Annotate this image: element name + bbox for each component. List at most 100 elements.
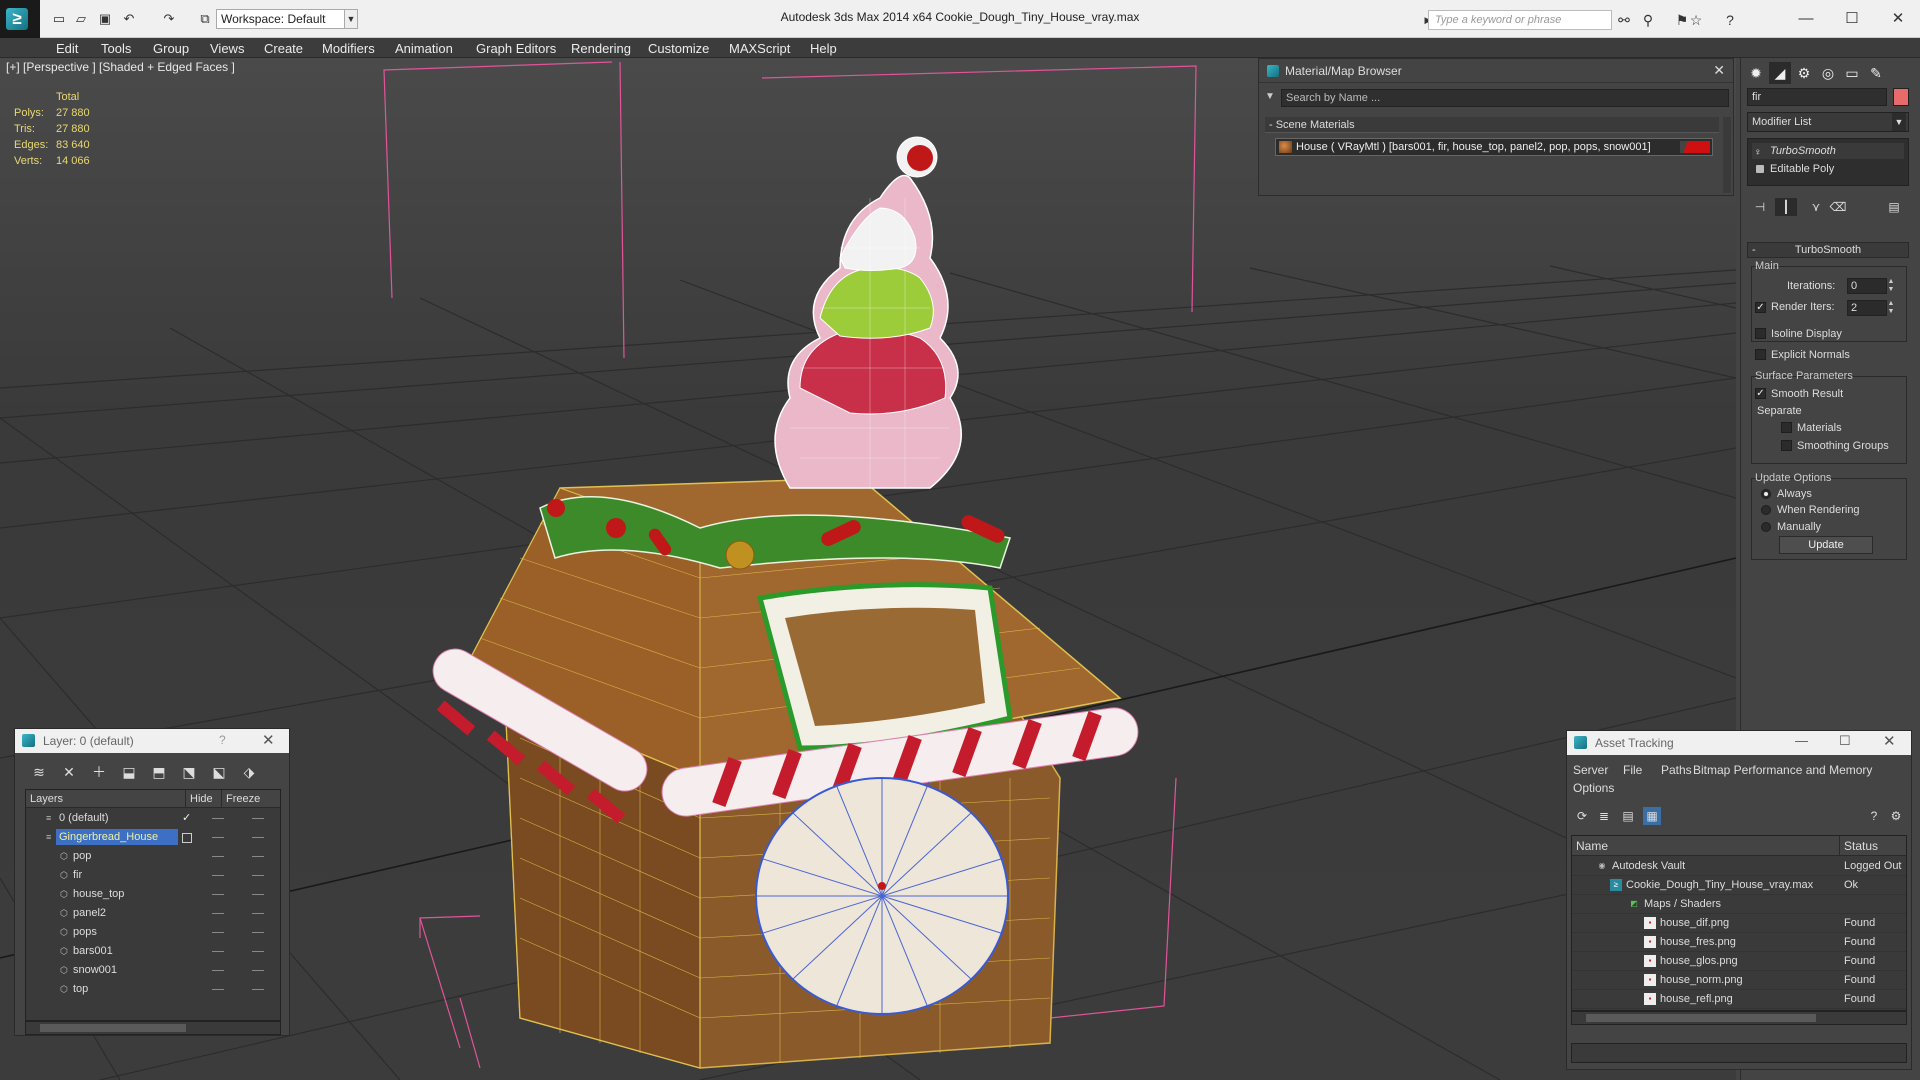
close-icon[interactable]: ✕	[1713, 62, 1725, 79]
settings-icon[interactable]: ⚙	[1887, 807, 1905, 825]
horizontal-scrollbar[interactable]	[25, 1021, 281, 1035]
menu-views[interactable]: Views	[210, 41, 244, 56]
menu-rendering[interactable]: Rendering	[571, 41, 631, 56]
menu-modifiers[interactable]: Modifiers	[322, 41, 375, 56]
material-browser-header[interactable]: Material/Map Browser ✕	[1259, 59, 1733, 83]
asset-row[interactable]: ▪ house_glos.png Found	[1572, 952, 1906, 971]
col-status[interactable]: Status	[1840, 836, 1906, 856]
configure-sets-icon[interactable]: ▤	[1883, 198, 1905, 216]
col-hide[interactable]: Hide	[186, 790, 222, 808]
asset-row[interactable]: ≥ Cookie_Dough_Tiny_House_vray.max Ok	[1572, 876, 1906, 895]
minimize-button[interactable]: —	[1786, 6, 1826, 32]
layer-dialog-header[interactable]: Layer: 0 (default) ? ✕	[15, 729, 289, 753]
iterations-spinner[interactable]: 0	[1847, 278, 1887, 294]
menu-edit[interactable]: Edit	[56, 41, 78, 56]
freeze-all-layers-icon[interactable]: ⬗	[239, 763, 259, 781]
binoculars-icon[interactable]: ⚯	[1614, 10, 1634, 30]
col-freeze[interactable]: Freeze	[222, 790, 280, 808]
pin-stack-icon[interactable]: ⊣	[1749, 198, 1771, 216]
set-current-layer-icon[interactable]	[182, 833, 192, 843]
menu-customize[interactable]: Customize	[648, 41, 709, 56]
workspace-dropdown-arrow[interactable]: ▼	[344, 9, 358, 29]
render-iters-checkbox[interactable]: ✓	[1755, 302, 1766, 313]
freeze-toggle[interactable]	[252, 818, 264, 819]
stack-item-editable-poly[interactable]: Editable Poly	[1752, 161, 1904, 177]
hide-toggle[interactable]	[212, 951, 224, 952]
spinner-arrows-icon[interactable]: ▲ ▼	[1887, 278, 1895, 294]
open-file-icon[interactable]: ▱	[72, 10, 90, 28]
display-tab-icon[interactable]: ▭	[1841, 62, 1863, 84]
layers-icon[interactable]: ≋	[29, 763, 49, 781]
detail-view-icon[interactable]: ▤	[1619, 807, 1637, 825]
scene-materials-group[interactable]: - Scene Materials	[1265, 117, 1719, 133]
layer-row[interactable]: ≡ Gingerbread_House	[26, 828, 280, 847]
search-options-icon[interactable]: ▼	[1265, 91, 1275, 102]
object-name-input[interactable]: fir	[1747, 88, 1887, 106]
materials-checkbox[interactable]	[1781, 422, 1792, 433]
help-icon[interactable]: ?	[1720, 10, 1740, 30]
layer-row[interactable]: ⬡ pops	[26, 923, 280, 942]
vertical-scrollbar[interactable]	[1723, 117, 1731, 193]
layer-row[interactable]: ⬡ pop	[26, 847, 280, 866]
material-row[interactable]: House ( VRayMtl ) [bars001, fir, house_t…	[1275, 138, 1713, 156]
menu-animation[interactable]: Animation	[395, 41, 453, 56]
always-radio[interactable]	[1761, 489, 1771, 499]
layer-row[interactable]: ⬡ panel2	[26, 904, 280, 923]
scrollbar-thumb[interactable]	[40, 1024, 186, 1032]
menu-paths[interactable]: Paths	[1661, 763, 1692, 777]
help-icon[interactable]: ?	[1865, 807, 1883, 825]
material-search-input[interactable]: Search by Name ...	[1281, 89, 1729, 107]
asset-row[interactable]: ▪ house_refl.png Found	[1572, 990, 1906, 1009]
close-icon[interactable]: ✕	[262, 731, 275, 749]
when-rendering-radio[interactable]	[1761, 505, 1771, 515]
app-menu-button[interactable]: ≥	[0, 0, 40, 38]
isoline-display-checkbox[interactable]	[1755, 328, 1766, 339]
hide-toggle[interactable]	[212, 913, 224, 914]
scrollbar-thumb[interactable]	[1586, 1014, 1816, 1022]
maximize-button[interactable]: ☐	[1832, 6, 1872, 32]
spinner-arrows-icon[interactable]: ▲ ▼	[1887, 300, 1895, 316]
modify-tab-icon[interactable]: ◢	[1769, 62, 1791, 84]
manually-radio[interactable]	[1761, 522, 1771, 532]
smooth-result-checkbox[interactable]: ✓	[1755, 388, 1766, 399]
update-button[interactable]: Update	[1779, 536, 1873, 554]
menu-graph-editors[interactable]: Graph Editors	[476, 41, 556, 56]
object-color-swatch[interactable]	[1893, 88, 1909, 106]
freeze-toggle[interactable]	[252, 932, 264, 933]
favorites-star-icon[interactable]: ☆	[1686, 10, 1706, 30]
create-layer-icon[interactable]: ＋	[89, 763, 109, 781]
layer-row[interactable]: ⬡ bars001	[26, 942, 280, 961]
menu-group[interactable]: Group	[153, 41, 189, 56]
freeze-toggle[interactable]	[252, 989, 264, 990]
turbosmooth-rollout-header[interactable]: - TurboSmooth	[1747, 242, 1909, 258]
render-iters-spinner[interactable]: 2	[1847, 300, 1887, 316]
add-selection-icon[interactable]: ⬓	[119, 763, 139, 781]
layer-row[interactable]: ≡ 0 (default) ✓	[26, 809, 280, 828]
hide-toggle[interactable]	[212, 875, 224, 876]
asset-row[interactable]: ▪ house_fres.png Found	[1572, 933, 1906, 952]
close-button[interactable]: ✕	[1878, 6, 1918, 32]
menu-help[interactable]: Help	[810, 41, 837, 56]
help-icon[interactable]: ?	[219, 733, 226, 747]
motion-tab-icon[interactable]: ◎	[1817, 62, 1839, 84]
hierarchy-tab-icon[interactable]: ⚙	[1793, 62, 1815, 84]
hide-toggle[interactable]	[212, 856, 224, 857]
table-view-icon[interactable]: ▦	[1643, 807, 1661, 825]
utilities-tab-icon[interactable]: ✎	[1865, 62, 1887, 84]
stack-item-turbosmooth[interactable]: ♀ TurboSmooth	[1752, 143, 1904, 159]
show-end-result-icon[interactable]: ┃	[1775, 198, 1797, 216]
remove-modifier-icon[interactable]: ⌫	[1827, 198, 1849, 216]
layer-row[interactable]: ⬡ fir	[26, 866, 280, 885]
layer-row[interactable]: ⬡ top	[26, 980, 280, 999]
hide-toggle[interactable]	[212, 894, 224, 895]
maximize-button[interactable]: ☐	[1839, 733, 1851, 749]
workspace-dropdown[interactable]: Workspace: Default	[216, 9, 358, 29]
minimize-button[interactable]: —	[1795, 733, 1808, 748]
delete-layer-icon[interactable]: ✕	[59, 763, 79, 781]
select-objects-icon[interactable]: ⬒	[149, 763, 169, 781]
freeze-toggle[interactable]	[252, 951, 264, 952]
lightbulb-icon[interactable]: ♀	[1754, 145, 1762, 161]
explicit-normals-checkbox[interactable]	[1755, 349, 1766, 360]
menu-server[interactable]: Server	[1573, 763, 1608, 777]
make-unique-icon[interactable]: ⋎	[1805, 198, 1827, 216]
